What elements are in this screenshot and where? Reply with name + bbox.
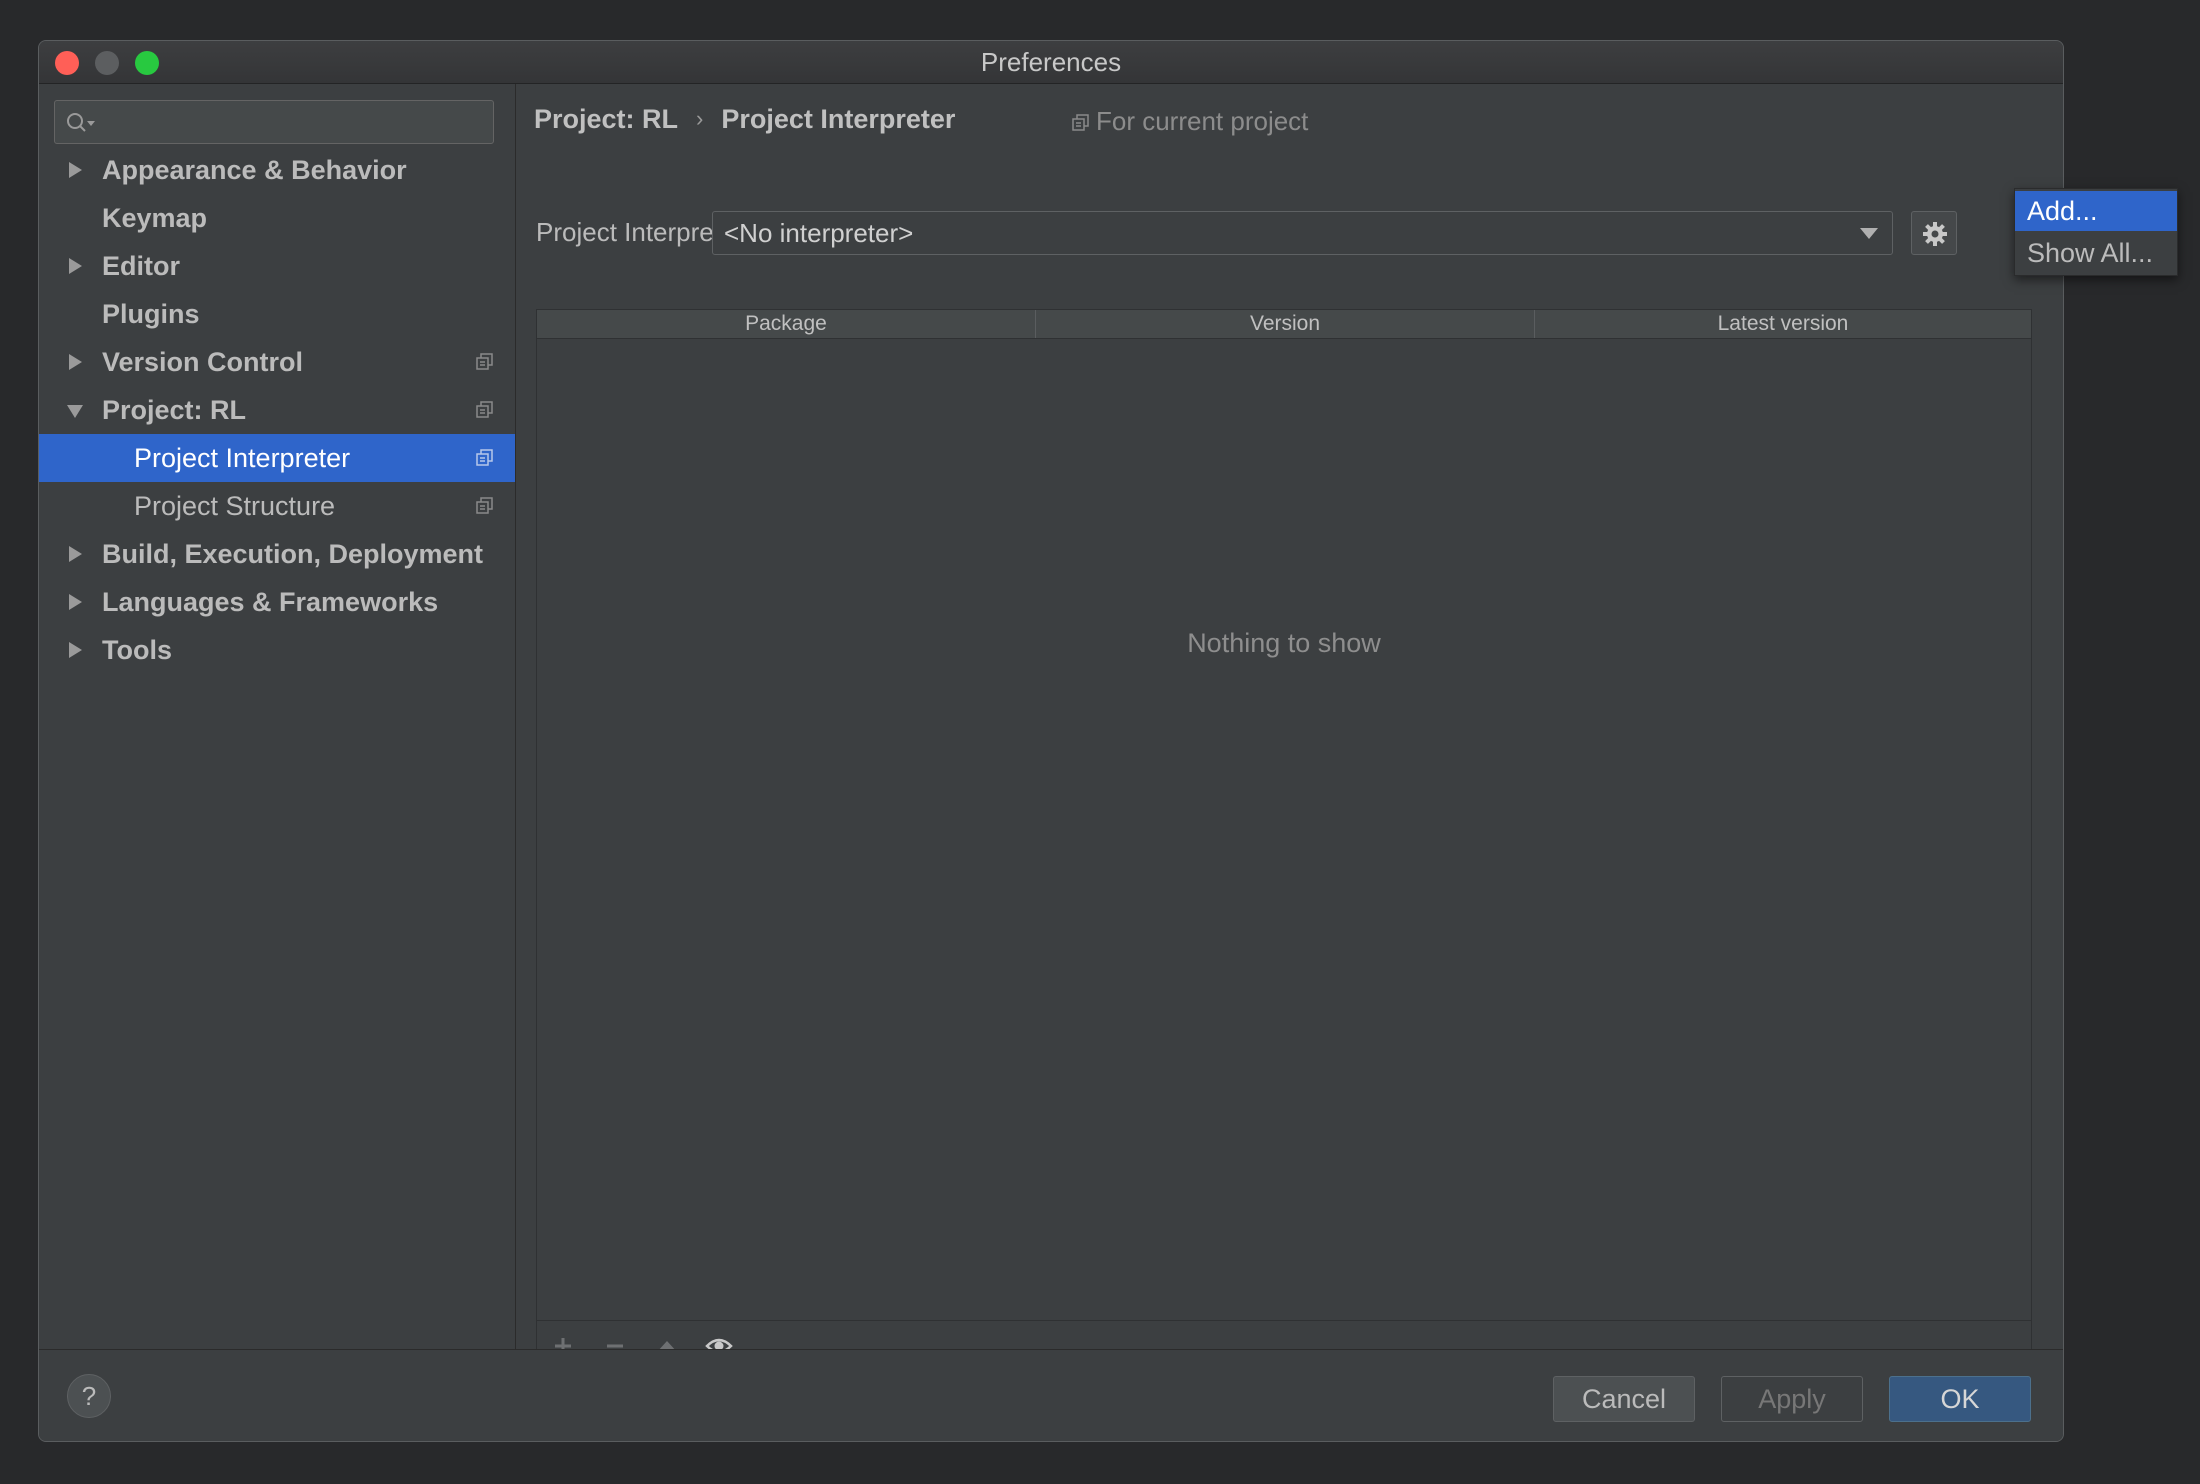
menu-item-add[interactable]: Add... xyxy=(2015,191,2177,231)
menu-item-show-all[interactable]: Show All... xyxy=(2015,233,2177,273)
gear-icon xyxy=(1923,222,1947,246)
sidebar-item-plugins[interactable]: Plugins xyxy=(39,290,515,338)
packages-table: Package Version Latest version Nothing t… xyxy=(536,309,2032,1371)
project-scope-icon xyxy=(476,497,493,514)
settings-sidebar: Appearance & Behavior Keymap Editor Plug… xyxy=(39,84,516,1349)
sidebar-item-label: Project: RL xyxy=(102,395,247,425)
settings-content-panel: Project: RL › Project Interpreter For curr… xyxy=(516,84,2063,1371)
apply-button[interactable]: Apply xyxy=(1721,1376,1863,1422)
expand-arrow-icon[interactable] xyxy=(67,578,87,626)
interpreter-dropdown[interactable]: <No interpreter> xyxy=(712,211,1893,255)
expand-arrow-icon[interactable] xyxy=(67,146,87,194)
title-bar: Preferences xyxy=(39,41,2063,84)
sidebar-item-label: Plugins xyxy=(102,299,200,329)
sidebar-item-label: Project Structure xyxy=(134,491,336,521)
breadcrumb-separator: › xyxy=(696,106,704,131)
search-icon xyxy=(67,113,95,132)
sidebar-item-editor[interactable]: Editor xyxy=(39,242,515,290)
settings-tree: Appearance & Behavior Keymap Editor Plug… xyxy=(39,146,515,674)
project-scope-icon xyxy=(476,401,493,418)
window-title: Preferences xyxy=(980,47,1122,77)
breadcrumb-current: Project Interpreter xyxy=(721,104,956,134)
expand-arrow-icon[interactable] xyxy=(67,338,87,386)
column-header-package[interactable]: Package xyxy=(537,310,1036,338)
expand-arrow-icon[interactable] xyxy=(67,530,87,578)
sidebar-item-label: Tools xyxy=(102,635,172,665)
settings-search-field[interactable] xyxy=(54,100,494,144)
breadcrumb: Project: RL › Project Interpreter xyxy=(534,84,955,154)
sidebar-item-languages-frameworks[interactable]: Languages & Frameworks xyxy=(39,578,515,626)
sidebar-item-build-execution-deployment[interactable]: Build, Execution, Deployment xyxy=(39,530,515,578)
project-scope-icon xyxy=(1072,114,1089,131)
sidebar-item-label: Editor xyxy=(102,251,180,281)
sidebar-item-label: Appearance & Behavior xyxy=(102,155,407,185)
scope-hint: For current project xyxy=(1072,84,1308,158)
preferences-window: Preferences Appearance & Behavior Keymap… xyxy=(38,40,2064,1442)
dialog-button-bar: ? Cancel Apply OK xyxy=(39,1349,2063,1441)
sidebar-item-version-control[interactable]: Version Control xyxy=(39,338,515,386)
sidebar-item-label: Keymap xyxy=(102,203,208,233)
help-button[interactable]: ? xyxy=(67,1374,111,1418)
project-scope-icon xyxy=(476,353,493,370)
sidebar-item-label: Project Interpreter xyxy=(134,443,351,473)
packages-table-header: Package Version Latest version xyxy=(537,310,2031,339)
interpreter-gear-menu: Add... Show All... xyxy=(2014,188,2178,276)
breadcrumb-parent: Project: RL xyxy=(534,104,679,134)
sidebar-item-label: Build, Execution, Deployment xyxy=(102,539,484,569)
sidebar-item-tools[interactable]: Tools xyxy=(39,626,515,674)
scope-hint-text: For current project xyxy=(1096,106,1309,136)
interpreter-settings-button[interactable] xyxy=(1911,211,1957,255)
sidebar-item-appearance-behavior[interactable]: Appearance & Behavior xyxy=(39,146,515,194)
column-header-latest-version[interactable]: Latest version xyxy=(1535,310,2031,338)
collapse-arrow-icon[interactable] xyxy=(67,386,87,434)
sidebar-item-label: Version Control xyxy=(102,347,304,377)
chevron-down-icon xyxy=(1860,228,1878,239)
cancel-button[interactable]: Cancel xyxy=(1553,1376,1695,1422)
interpreter-value: <No interpreter> xyxy=(724,218,914,248)
sidebar-item-project-structure[interactable]: Project Structure xyxy=(39,482,515,530)
project-scope-icon xyxy=(476,449,493,466)
ok-button[interactable]: OK xyxy=(1889,1376,2031,1422)
sidebar-item-keymap[interactable]: Keymap xyxy=(39,194,515,242)
expand-arrow-icon[interactable] xyxy=(67,626,87,674)
sidebar-item-project-rl[interactable]: Project: RL xyxy=(39,386,515,434)
column-header-version[interactable]: Version xyxy=(1036,310,1535,338)
empty-table-message: Nothing to show xyxy=(1187,628,1381,658)
sidebar-item-label: Languages & Frameworks xyxy=(102,587,439,617)
sidebar-item-project-interpreter[interactable]: Project Interpreter xyxy=(39,434,515,482)
expand-arrow-icon[interactable] xyxy=(67,242,87,290)
